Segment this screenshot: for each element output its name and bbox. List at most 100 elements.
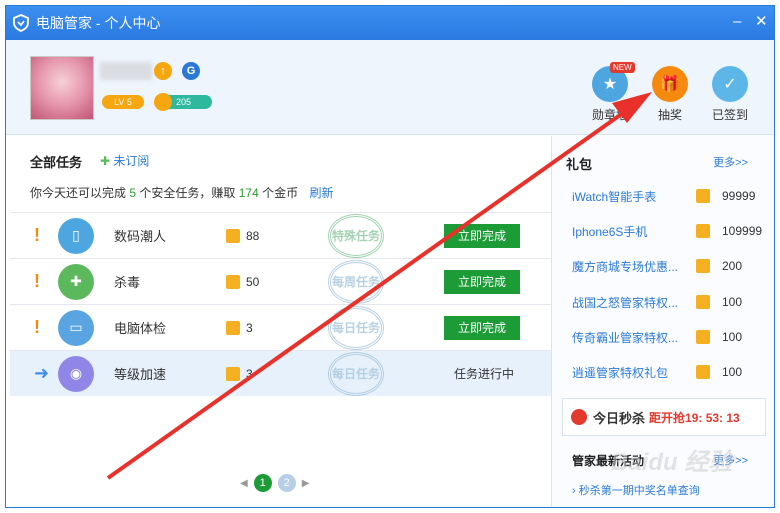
- summary-suffix: 个金币: [262, 186, 299, 200]
- task-stamp: 每日任务: [328, 305, 384, 350]
- coin-icon: [154, 93, 172, 111]
- summary-coins: 174: [238, 186, 259, 200]
- task-coins: 50: [246, 274, 260, 289]
- new-badge: NEW: [610, 62, 635, 73]
- shield-logo-icon: [13, 14, 29, 32]
- gift-name[interactable]: 战国之怒管家特权...: [572, 294, 678, 311]
- task-row: ! ▭ 电脑体检 3 每日任务 立即完成: [10, 304, 551, 350]
- summary-count: 5: [129, 186, 137, 200]
- task-coins: 3: [246, 366, 253, 381]
- coin-icon: [696, 295, 710, 309]
- minimize-icon[interactable]: –: [733, 14, 741, 30]
- arrow-right-icon: ➜: [34, 363, 50, 383]
- tasks-summary: 你今天还可以完成 5 个安全任务，赚取 174 个金币 刷新: [30, 184, 334, 201]
- gift-item[interactable]: Iphone6S手机 109999: [572, 221, 762, 241]
- gifts-more-link[interactable]: 更多>>: [713, 154, 748, 170]
- alert-icon: !: [34, 271, 40, 291]
- lottery-button[interactable]: 🎁 抽奖: [642, 66, 698, 123]
- gift-price: 100: [722, 365, 743, 379]
- unsubscribed-link[interactable]: ✚ 未订阅: [100, 152, 149, 169]
- coin-icon: [226, 274, 240, 289]
- medal-wall-label: 勋章墙: [591, 108, 628, 122]
- task-stamp: 每周任务: [328, 259, 384, 304]
- gift-price: 99999: [722, 189, 756, 203]
- complete-now-button[interactable]: 立即完成: [444, 223, 520, 248]
- task-status: 任务进行中: [454, 367, 515, 381]
- calendar-check-icon: ✓: [712, 66, 748, 102]
- task-name: 数码潮人: [114, 229, 167, 244]
- gift-box-icon: 🎁: [652, 66, 688, 102]
- avatar[interactable]: [30, 56, 94, 120]
- vip-icon[interactable]: G: [182, 62, 200, 80]
- monitor-icon: ▭: [58, 309, 94, 346]
- alarm-clock-icon: [571, 409, 587, 425]
- coin-icon: [226, 228, 240, 243]
- alert-icon: !: [34, 317, 40, 337]
- gift-price: 100: [722, 330, 743, 344]
- flash-sale-countdown: 距开抢19: 53: 13: [649, 410, 740, 425]
- task-name: 等级加速: [114, 367, 167, 382]
- task-name: 杀毒: [114, 275, 141, 290]
- coin-balance: 205: [154, 93, 212, 111]
- next-page-icon[interactable]: ▶: [302, 478, 310, 489]
- profile-header: ↑ G LV 5 205 ★ NEW 勋章墙 🎁 抽奖 ✓ 已签到: [6, 40, 774, 135]
- alert-icon: !: [34, 225, 40, 245]
- gift-item[interactable]: 战国之怒管家特权... 100: [572, 292, 762, 312]
- coin-value: 205: [176, 97, 192, 107]
- coin-icon: [696, 259, 710, 273]
- close-icon[interactable]: ✕: [755, 14, 768, 30]
- task-coins: 88: [246, 228, 260, 243]
- pagination: ◀ 1 2 ▶: [240, 474, 309, 492]
- summary-prefix: 你今天还可以完成: [30, 186, 127, 200]
- task-row: ! ✚ 杀毒 50 每周任务 立即完成: [10, 258, 551, 304]
- app-window: 电脑管家 - 个人中心 – ✕ ↑ G LV 5 205 ★ NEW 勋章墙 🎁…: [5, 5, 775, 508]
- task-coins: 3: [246, 320, 253, 335]
- task-stamp: 特殊任务: [328, 213, 384, 258]
- gift-item[interactable]: 魔方商城专场优惠... 200: [572, 256, 762, 276]
- unsubscribed-label: 未订阅: [113, 154, 150, 168]
- gift-name[interactable]: iWatch智能手表: [572, 188, 656, 205]
- penguin-icon: ◉: [58, 355, 94, 392]
- antivirus-shield-icon: ✚: [58, 263, 94, 300]
- gift-item[interactable]: 传奇霸业管家特权... 100: [572, 327, 762, 347]
- gift-price: 109999: [722, 224, 763, 238]
- title-bar: 电脑管家 - 个人中心 – ✕: [6, 6, 774, 40]
- gift-item[interactable]: iWatch智能手表 99999: [572, 186, 762, 206]
- coin-icon: [226, 366, 240, 381]
- medal-wall-button[interactable]: ★ NEW 勋章墙: [582, 62, 638, 123]
- complete-now-button[interactable]: 立即完成: [444, 315, 520, 340]
- signed-in-label: 已签到: [711, 108, 748, 122]
- gift-name[interactable]: Iphone6S手机: [572, 223, 647, 240]
- phone-icon: ▯: [58, 217, 94, 254]
- news-item-link[interactable]: › 秒杀第一期中奖名单查询: [572, 482, 700, 498]
- flash-sale-banner[interactable]: 今日秒杀 距开抢19: 53: 13: [562, 398, 766, 436]
- coin-icon: [696, 365, 710, 379]
- tasks-title: 全部任务: [30, 155, 83, 170]
- gift-item[interactable]: 逍遥管家特权礼包 100: [572, 362, 762, 382]
- lottery-label: 抽奖: [657, 108, 682, 122]
- gift-price: 100: [722, 295, 743, 309]
- upgrade-icon[interactable]: ↑: [154, 62, 172, 80]
- task-name: 电脑体检: [114, 321, 167, 336]
- tasks-panel: 全部任务 ✚ 未订阅 你今天还可以完成 5 个安全任务，赚取 174 个金币 刷…: [6, 136, 551, 507]
- task-row: ➜ ◉ 等级加速 3 每日任务 任务进行中: [10, 350, 551, 396]
- watermark: Baidu 经验: [611, 449, 733, 476]
- task-stamp: 每日任务: [328, 351, 384, 396]
- task-row: ! ▯ 数码潮人 88 特殊任务 立即完成: [10, 212, 551, 258]
- gift-name[interactable]: 逍遥管家特权礼包: [572, 364, 668, 381]
- signed-in-button[interactable]: ✓ 已签到: [702, 66, 758, 123]
- gift-name[interactable]: 魔方商城专场优惠...: [572, 258, 678, 275]
- prev-page-icon[interactable]: ◀: [240, 478, 248, 489]
- coin-icon: [696, 330, 710, 344]
- gift-name[interactable]: 传奇霸业管家特权...: [572, 329, 678, 346]
- level-badge: LV 5: [102, 95, 144, 109]
- page-2[interactable]: 2: [277, 474, 296, 492]
- coin-icon: [226, 320, 240, 335]
- gifts-title: 礼包: [566, 157, 593, 172]
- flash-sale-title: 今日秒杀: [593, 410, 646, 426]
- plus-icon: ✚: [100, 154, 111, 168]
- page-1[interactable]: 1: [253, 474, 272, 492]
- refresh-link[interactable]: 刷新: [309, 186, 333, 200]
- complete-now-button[interactable]: 立即完成: [444, 269, 520, 294]
- username-blurred: [100, 62, 152, 80]
